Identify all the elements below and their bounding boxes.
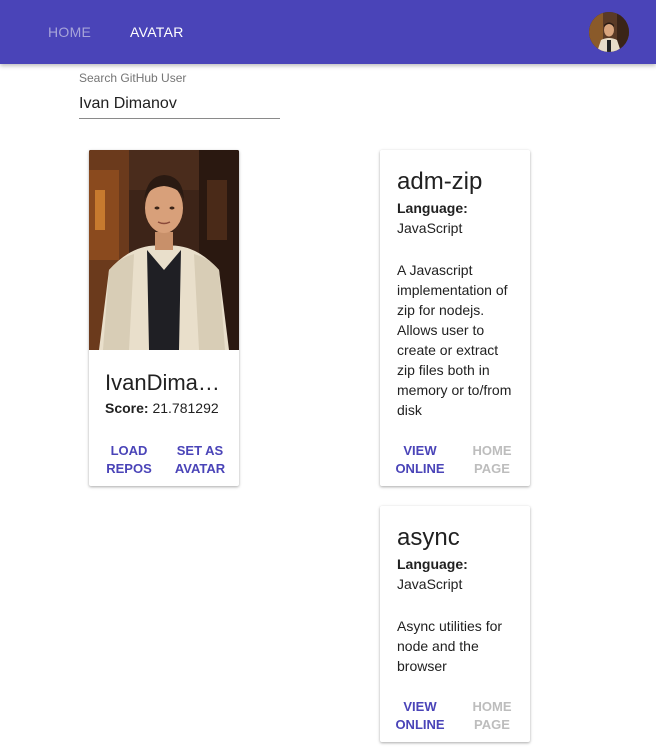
repo-language: JavaScript <box>397 576 463 592</box>
user-card: IvanDima… Score: 21.781292 LOAD REPOS SE… <box>89 150 239 486</box>
app-bar: HOME AVATAR <box>0 0 656 64</box>
view-online-button[interactable]: VIEW ONLINE <box>392 442 448 478</box>
set-as-avatar-button[interactable]: SET AS AVATAR <box>169 442 231 478</box>
repo-card: async Language: JavaScript Async utiliti… <box>380 506 530 742</box>
search-underline <box>79 118 280 119</box>
repo-description: Async utilities for node and the browser <box>397 618 503 674</box>
avatar[interactable] <box>589 12 629 52</box>
user-photo-image <box>89 150 239 350</box>
repo-description: A Javascript implementation of zip for n… <box>397 262 512 418</box>
repo-language-label: Language: <box>397 200 468 216</box>
repo-language: JavaScript <box>397 220 463 236</box>
home-page-button: HOME PAGE <box>472 443 512 476</box>
view-online-button[interactable]: VIEW ONLINE <box>392 698 448 734</box>
user-name: IvanDima… <box>105 370 220 395</box>
user-avatar-image <box>589 12 629 52</box>
user-score: Score: 21.781292 <box>105 400 219 416</box>
search-input[interactable] <box>79 91 280 117</box>
tab-avatar[interactable]: AVATAR <box>130 24 184 40</box>
load-repos-button[interactable]: LOAD REPOS <box>101 442 157 478</box>
user-photo <box>89 150 239 350</box>
tab-home[interactable]: HOME <box>48 24 91 40</box>
search-field: Search GitHub User <box>79 71 280 120</box>
repo-card: adm-zip Language: JavaScript A Javascrip… <box>380 150 530 486</box>
repo-title: async <box>397 524 460 551</box>
repo-title: adm-zip <box>397 168 483 195</box>
repo-language-label: Language: <box>397 556 468 572</box>
search-label: Search GitHub User <box>79 71 187 85</box>
score-label: Score: <box>105 400 149 416</box>
score-value: 21.781292 <box>152 400 219 416</box>
home-page-button: HOME PAGE <box>472 699 512 732</box>
